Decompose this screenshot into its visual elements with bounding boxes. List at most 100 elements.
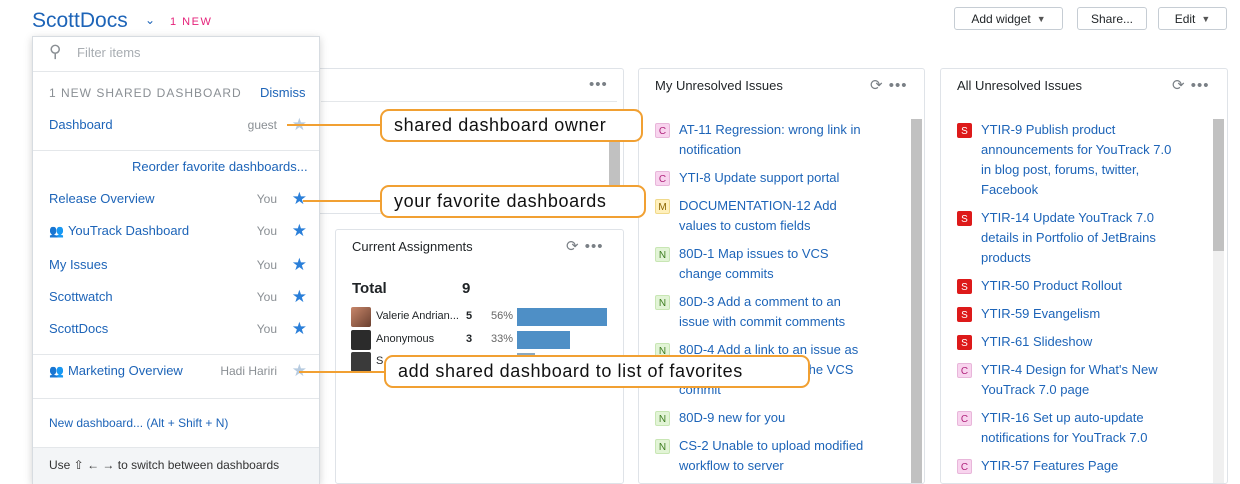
scrollbar-thumb[interactable] [1213,119,1224,251]
issue-link[interactable]: YTIR-57 Features Page [957,456,1179,476]
assignee-row[interactable]: Valerie Andrian... 5 56% [351,307,611,327]
scrollbar[interactable] [1213,119,1224,483]
share-button[interactable]: Share... [1077,7,1147,30]
dashboard-item[interactable]: 👥 YouTrack Dashboard You ★ [49,221,307,241]
star-icon[interactable]: ★ [292,221,307,240]
assignee-count: 5 [466,310,473,322]
issue-type-tag: C [655,123,670,138]
divider [33,398,319,399]
avatar [351,352,371,372]
issue-link[interactable]: 80D-1 Map issues to VCS change commits [655,244,865,284]
dashboard-name: Dashboard [49,117,113,132]
edit-button[interactable]: Edit ▼ [1158,7,1227,30]
more-icon[interactable]: ••• [585,238,604,255]
refresh-icon[interactable]: ⟳ [1172,77,1186,94]
issue-type-tag: S [957,307,972,322]
divider [33,71,319,72]
add-widget-label: Add widget [971,11,1031,26]
issue-link[interactable]: YTIR-59 Evangelism [957,304,1179,324]
star-icon[interactable]: ★ [292,255,307,274]
dashboard-name: ScottDocs [49,321,109,336]
issue-type-tag: N [655,295,670,310]
dashboard-item[interactable]: Dashboard guest ★ [49,115,307,135]
issue-item[interactable]: N 80D-1 Map issues to VCS change commits [655,244,865,284]
dashboard-title[interactable]: ScottDocs [32,9,128,33]
dashboard-item[interactable]: ScottDocs You ★ [49,319,307,339]
issue-link[interactable]: CS-2 Unable to upload modified workflow … [655,436,880,476]
callout-connector [303,200,381,202]
issue-item[interactable]: C AT-11 Regression: wrong link in notific… [655,120,865,160]
dashboard-item[interactable]: Release Overview You ★ [49,189,307,209]
issue-type-tag: M [655,199,670,214]
issue-link[interactable]: DOCUMENTATION-12 Add values to custom fi… [655,196,865,236]
issue-item[interactable]: M DOCUMENTATION-12 Add values to custom f… [655,196,865,236]
new-badge[interactable]: 1 NEW [170,16,212,28]
widget-title: All Unresolved Issues [957,78,1082,93]
issue-item[interactable]: S YTIR-59 Evangelism [957,304,1179,324]
issue-item[interactable]: C YTIR-4 Design for What's New YouTrack 7… [957,360,1179,400]
reorder-favorites-link[interactable]: Reorder favorite dashboards... [132,159,308,174]
issue-partial-text[interactable]: the VCS [805,360,853,380]
chevron-down-icon[interactable]: ⌄ [145,13,155,27]
issue-type-tag: S [957,335,972,350]
issue-link[interactable]: YTIR-61 Slideshow [957,332,1179,352]
issue-link[interactable]: AT-11 Regression: wrong link in notifica… [655,120,865,160]
issue-type-tag: C [957,363,972,378]
assignee-name: Anonymous [376,333,435,345]
more-icon[interactable]: ••• [1191,77,1210,94]
total-label: Total [352,280,387,297]
widget-actions: ⟳ ••• [1172,76,1210,94]
refresh-icon[interactable]: ⟳ [870,77,884,94]
star-icon[interactable]: ★ [292,287,307,306]
dropdown-footer: Use ⇧ ← → to switch between dashboards [33,447,319,484]
dashboard-item[interactable]: Scottwatch You ★ [49,287,307,307]
shared-users-icon: 👥 [49,224,64,238]
issue-item[interactable]: C YTIR-57 Features Page [957,456,1179,476]
dashboard-name: My Issues [49,257,108,272]
issue-link[interactable]: YTI-8 Update support portal [655,168,865,188]
issue-item[interactable]: C YTIR-16 Set up auto-update notification… [957,408,1179,448]
issue-link[interactable]: YTIR-4 Design for What's New YouTrack 7.… [957,360,1179,400]
filter-input[interactable]: Filter items [77,45,141,60]
search-icon: ⚲ [49,42,62,61]
assignee-row[interactable]: Anonymous 3 33% [351,330,611,350]
avatar [351,330,371,350]
shared-dashboards-header: 1 NEW SHARED DASHBOARD [49,86,242,100]
issue-type-tag: C [655,171,670,186]
issue-link[interactable]: YTIR-14 Update YouTrack 7.0 details in P… [957,208,1179,268]
issue-item[interactable]: N CS-2 Unable to upload modified workflow… [655,436,880,476]
dashboard-owner: You [256,192,277,206]
issue-item[interactable]: S YTIR-50 Product Rollout [957,276,1179,296]
dashboard-name: YouTrack Dashboard [67,223,190,238]
dashboard-item[interactable]: My Issues You ★ [49,255,307,275]
issue-item[interactable]: N 80D-9 new for you [655,408,865,428]
dashboard-name: Release Overview [49,191,155,206]
dashboard-owner: You [256,258,277,272]
issue-link[interactable]: 80D-3 Add a comment to an issue with com… [655,292,865,332]
shared-users-icon: 👥 [49,364,64,378]
issue-type-tag: S [957,123,972,138]
scrollbar[interactable] [911,119,922,483]
issue-link[interactable]: YTIR-9 Publish product announcements for… [957,120,1179,200]
more-icon[interactable]: ••• [589,76,608,93]
issue-item[interactable]: S YTIR-9 Publish product announcements fo… [957,120,1179,200]
issue-link[interactable]: YTIR-50 Product Rollout [957,276,1179,296]
issue-item[interactable]: S YTIR-14 Update YouTrack 7.0 details in … [957,208,1179,268]
issue-link[interactable]: 80D-9 new for you [655,408,865,428]
dismiss-link[interactable]: Dismiss [260,85,306,100]
more-icon[interactable]: ••• [889,77,908,94]
scrollbar-thumb[interactable] [911,119,922,483]
issue-item[interactable]: S YTIR-61 Slideshow [957,332,1179,352]
issue-item[interactable]: C YTI-8 Update support portal [655,168,865,188]
avatar [351,307,371,327]
add-widget-button[interactable]: Add widget ▼ [954,7,1063,30]
star-icon[interactable]: ★ [292,189,307,208]
refresh-icon[interactable]: ⟳ [566,238,580,255]
issue-item[interactable]: N 80D-3 Add a comment to an issue with co… [655,292,865,332]
star-icon[interactable]: ★ [292,319,307,338]
assignee-count: 3 [466,333,473,345]
dashboard-item[interactable]: 👥Marketing Overview Hadi Hariri ★ [49,361,307,381]
issue-link[interactable]: YTIR-16 Set up auto-update notifications… [957,408,1179,448]
assignee-percent: 56% [491,310,514,322]
new-dashboard-link[interactable]: New dashboard... (Alt + Shift + N) [49,416,228,430]
